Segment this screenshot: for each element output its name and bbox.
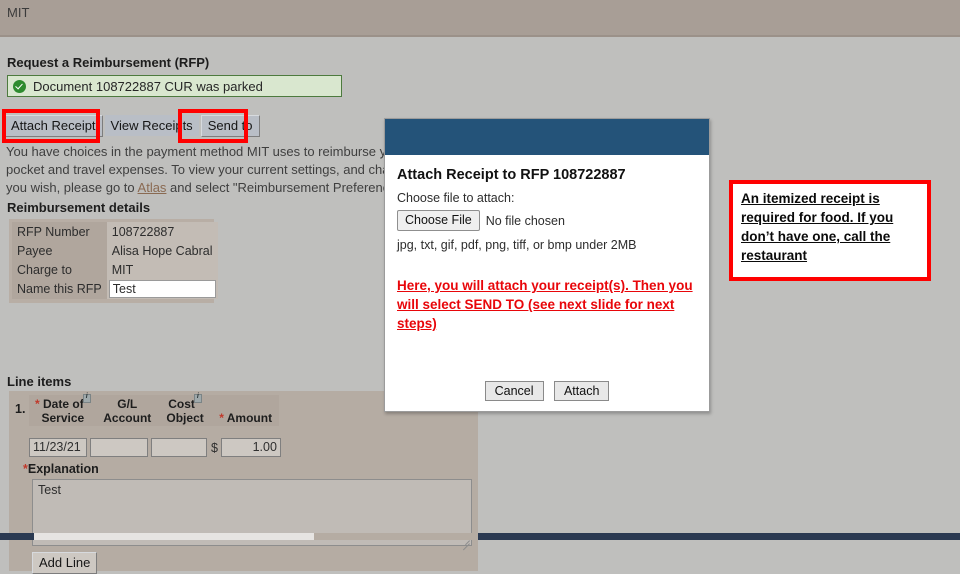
- cost-object-line2: Object: [166, 411, 204, 425]
- status-banner: Document 108722887 CUR was parked: [7, 75, 342, 97]
- line-items-title: Line items: [7, 374, 72, 389]
- table-row: Name this RFP Test: [12, 279, 218, 299]
- cancel-button[interactable]: Cancel: [484, 381, 544, 401]
- table-row: RFP Number 108722887: [12, 222, 218, 241]
- explanation-label: Explanation: [27, 462, 99, 476]
- payee-value: Alisa Hope Cabral: [106, 241, 218, 260]
- organization-label: MIT: [7, 5, 30, 20]
- page-title: Request a Reimbursement (RFP): [7, 55, 210, 70]
- choose-file-label: Choose file to attach:: [397, 191, 515, 205]
- paragraph-line-3-pre: you wish, please go to: [6, 180, 138, 195]
- date-of-service-input[interactable]: 11/23/21: [29, 438, 87, 457]
- dialog-annotation-text: Here, you will attach your receipt(s). T…: [397, 278, 693, 331]
- view-receipts-button[interactable]: View Receipts: [104, 115, 199, 136]
- date-of-service-line2: Service: [41, 411, 85, 425]
- dialog-annotation: Here, you will attach your receipt(s). T…: [397, 276, 697, 333]
- reimbursement-details-title: Reimbursement details: [7, 200, 151, 215]
- gl-account-input[interactable]: [90, 438, 148, 457]
- action-button-row: Attach Receipt View Receipts Send to: [4, 115, 260, 140]
- itemized-receipt-callout: An itemized receipt is required for food…: [729, 180, 931, 281]
- info-icon[interactable]: [82, 392, 91, 403]
- no-file-chosen-text: No file chosen: [485, 213, 565, 228]
- reimbursement-details-table: RFP Number 108722887 Payee Alisa Hope Ca…: [9, 219, 218, 303]
- name-this-rfp-cell: Test: [106, 279, 218, 299]
- callout-text: An itemized receipt is required for food…: [741, 191, 894, 263]
- amount-label: Amount: [226, 411, 273, 425]
- line-items-field-row: 11/23/21 $ 1.00: [29, 438, 281, 457]
- amount-input[interactable]: 1.00: [220, 438, 281, 457]
- status-banner-text: Document 108722887 CUR was parked: [33, 78, 263, 94]
- charge-to-label: Charge to: [12, 260, 107, 279]
- attach-button[interactable]: Attach: [553, 381, 610, 401]
- gl-account-line2: Account: [103, 411, 152, 425]
- cost-object-line1: Cost: [168, 397, 195, 411]
- bottom-strip: [0, 533, 960, 540]
- table-row: Charge to MIT: [12, 260, 218, 279]
- column-header-amount: * Amount: [212, 395, 279, 426]
- send-to-button[interactable]: Send to: [200, 115, 260, 137]
- table-row: Payee Alisa Hope Cabral: [12, 241, 218, 260]
- bottom-strip-taupe-segment: [314, 533, 478, 540]
- attach-receipt-button[interactable]: Attach Receipt: [4, 115, 103, 137]
- line-items-header-row: * Date of Service G/L Account Cost Objec…: [29, 392, 279, 426]
- attach-receipt-dialog: Attach Receipt to RFP 108722887 Choose f…: [384, 118, 710, 412]
- required-marker: *: [219, 411, 224, 425]
- rfp-number-value: 108722887: [106, 222, 218, 241]
- payee-label: Payee: [12, 241, 107, 260]
- explanation-label-wrap: *Explanation: [23, 462, 99, 476]
- bottom-strip-light-segment: [34, 533, 314, 540]
- dialog-heading: Attach Receipt to RFP 108722887: [397, 167, 626, 183]
- line-items-panel: 1. * Date of Service G/L Account Cost O: [9, 391, 478, 574]
- name-this-rfp-input[interactable]: Test: [108, 280, 216, 298]
- app-top-bar: MIT: [0, 0, 960, 37]
- column-header-date-of-service: * Date of Service: [29, 392, 97, 426]
- currency-symbol: $: [211, 440, 218, 455]
- cost-object-input[interactable]: [151, 438, 207, 457]
- column-header-gl-account: G/L Account: [97, 395, 158, 426]
- required-marker: *: [35, 397, 40, 411]
- file-input-row: Choose File No file chosen: [397, 210, 709, 231]
- charge-to-value: MIT: [106, 260, 218, 279]
- gl-account-line1: G/L: [117, 397, 138, 411]
- line-item-number: 1.: [15, 402, 26, 416]
- check-circle-icon: [13, 79, 26, 93]
- allowed-file-types-text: jpg, txt, gif, pdf, png, tiff, or bmp un…: [397, 238, 637, 252]
- add-line-button[interactable]: Add Line: [32, 552, 98, 574]
- info-icon[interactable]: [193, 392, 202, 403]
- rfp-number-label: RFP Number: [12, 222, 107, 241]
- column-header-cost-object: Cost Object: [158, 392, 212, 426]
- explanation-value: Test: [38, 483, 61, 497]
- date-of-service-line1: Date of: [43, 397, 84, 411]
- dialog-body: Attach Receipt to RFP 108722887 Choose f…: [385, 155, 709, 333]
- name-this-rfp-label: Name this RFP: [12, 279, 107, 299]
- atlas-link[interactable]: Atlas: [138, 180, 167, 195]
- dialog-title-bar: [385, 119, 709, 155]
- dialog-actions: Cancel Attach: [385, 381, 709, 401]
- paragraph-line-3-post: and select "Reimbursement Preferences: [166, 180, 403, 195]
- choose-file-button[interactable]: Choose File: [397, 210, 480, 231]
